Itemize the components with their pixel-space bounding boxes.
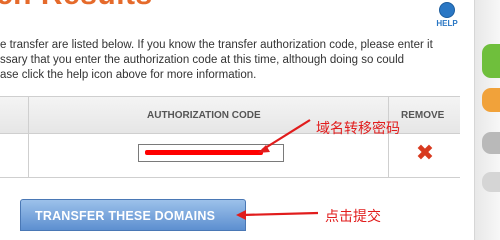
arrow-line (261, 119, 311, 151)
arrow-line (241, 211, 319, 217)
arrow-head (236, 210, 246, 220)
auth-code-annotation: 域名转移密码 (316, 121, 400, 137)
annotation-arrows (236, 119, 319, 220)
submit-annotation: 点击提交 (325, 209, 381, 225)
